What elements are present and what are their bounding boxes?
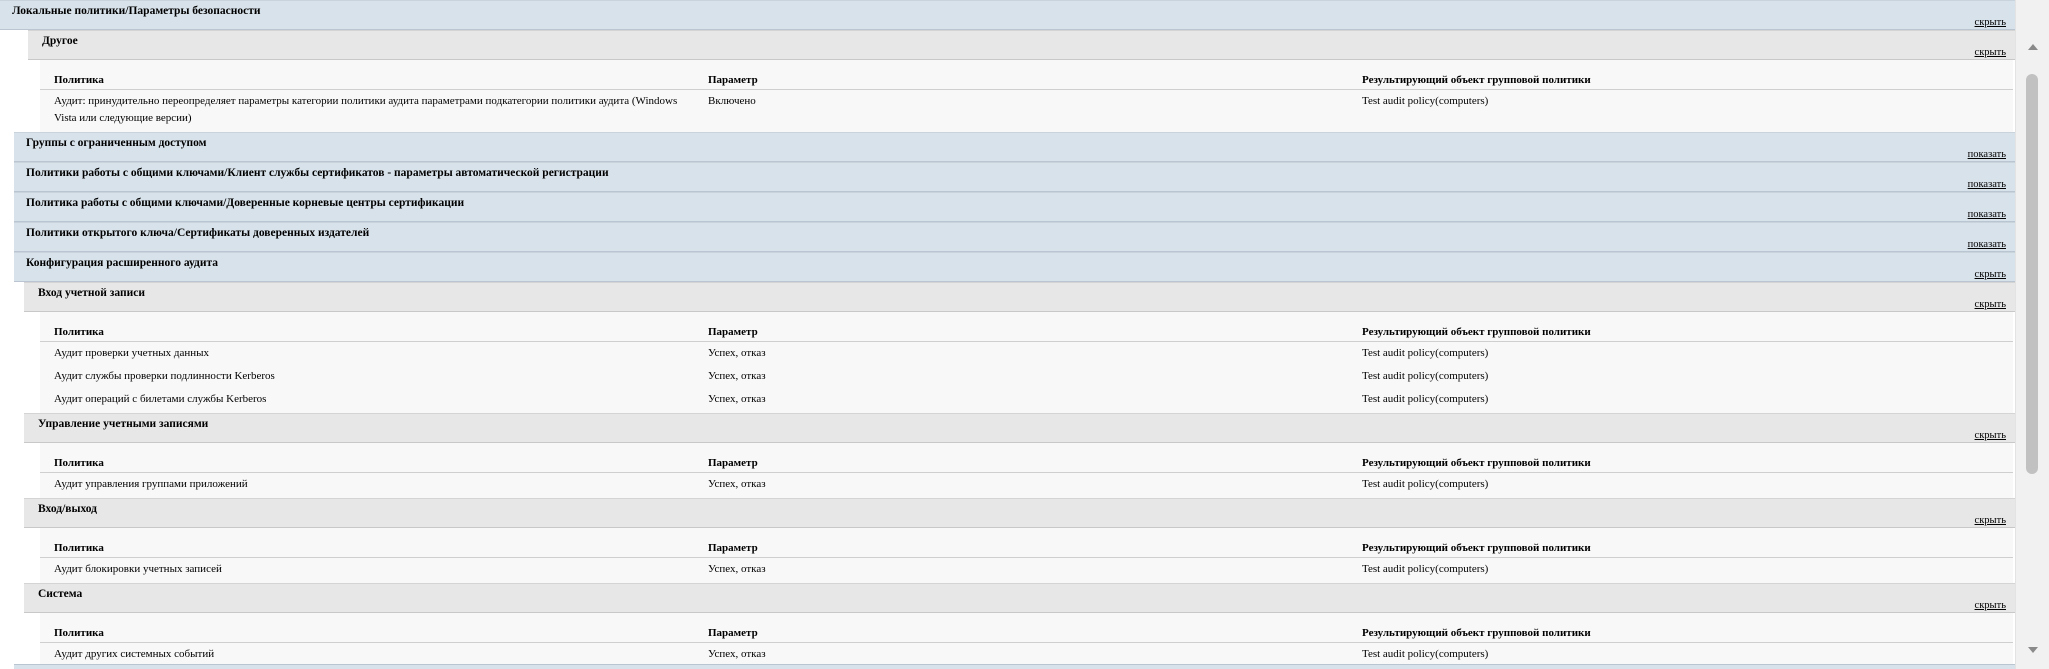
table-row: Аудит службы проверки подлинности Kerber… [40, 365, 2013, 388]
subsection-title: Другое [42, 35, 78, 47]
section-restricted-groups-header: Группы с ограниченным доступом показать [14, 132, 2016, 162]
column-header-gpo: Результирующий объект групповой политики [1348, 312, 2013, 342]
section-title: Политика работы с общими ключами/Доверен… [26, 197, 465, 209]
hide-link[interactable]: скрыть [1975, 17, 2006, 28]
subsection-title: Вход/выход [38, 503, 97, 515]
column-header-policy: Политика [40, 443, 694, 473]
column-header-setting: Параметр [694, 613, 1348, 643]
hide-link[interactable]: скрыть [1975, 269, 2006, 280]
hide-link[interactable]: скрыть [1975, 430, 2006, 441]
setting-cell: Успех, отказ [708, 347, 766, 359]
column-header-policy: Политика [40, 312, 694, 342]
policy-table: Политика Параметр Результирующий объект … [40, 60, 2013, 132]
section-title: Политики работы с общими ключами/Клиент … [26, 167, 609, 179]
column-header-gpo: Результирующий объект групповой политики [1348, 528, 2013, 558]
column-header-setting: Параметр [694, 312, 1348, 342]
show-link[interactable]: показать [1968, 179, 2006, 190]
policy-cell: Аудит блокировки учетных записей [54, 563, 222, 575]
gpo-cell: Test audit policy(computers) [1362, 393, 1489, 405]
column-header-setting: Параметр [694, 528, 1348, 558]
show-link[interactable]: показать [1968, 209, 2006, 220]
hide-link[interactable]: скрыть [1975, 47, 2006, 58]
hide-link[interactable]: скрыть [1975, 299, 2006, 310]
table-row: Аудит проверки учетных данных Успех, отк… [40, 342, 2013, 366]
section-title: Конфигурация расширенного аудита [26, 257, 219, 269]
column-header-policy: Политика [40, 60, 694, 90]
subsection-title: Вход учетной записи [38, 287, 146, 299]
section-title: Группы с ограниченным доступом [26, 137, 207, 149]
arrow-down-icon [2028, 647, 2038, 653]
gpo-cell: Test audit policy(computers) [1362, 370, 1489, 382]
column-header-gpo: Результирующий объект групповой политики [1348, 613, 2013, 643]
subsection-account-logon-header: Вход учетной записи скрыть [24, 282, 2016, 312]
scroll-down-button[interactable] [2016, 635, 2049, 669]
scroll-up-button[interactable] [2016, 0, 2049, 50]
policy-cell: Аудит службы проверки подлинности Kerber… [54, 370, 275, 382]
show-link[interactable]: показать [1968, 149, 2006, 160]
report-content: Локальные политики/Параметры безопасност… [0, 0, 2016, 669]
setting-cell: Успех, отказ [708, 393, 766, 405]
policy-cell: Аудит управления группами приложений [54, 478, 248, 490]
section-trusted-root-ca-header: Политика работы с общими ключами/Доверен… [14, 192, 2016, 222]
section-local-policies-header: Локальные политики/Параметры безопасност… [0, 0, 2016, 30]
table-row: Аудит: принудительно переопределяет пара… [40, 90, 2013, 133]
show-link[interactable]: показать [1968, 239, 2006, 250]
policy-table: Политика Параметр Результирующий объект … [40, 613, 2013, 668]
column-header-policy: Политика [40, 613, 694, 643]
hide-link[interactable]: скрыть [1975, 600, 2006, 611]
section-title: Локальные политики/Параметры безопасност… [12, 5, 261, 17]
column-header-setting: Параметр [694, 443, 1348, 473]
policy-table: Политика Параметр Результирующий объект … [40, 443, 2013, 498]
next-section-edge [14, 664, 2016, 669]
gpo-cell: Test audit policy(computers) [1362, 95, 1489, 107]
section-autoenrollment-header: Политики работы с общими ключами/Клиент … [14, 162, 2016, 192]
policy-table: Политика Параметр Результирующий объект … [40, 528, 2013, 583]
table-row: Аудит управления группами приложений Усп… [40, 473, 2013, 499]
table-row: Аудит операций с билетами службы Kerbero… [40, 388, 2013, 413]
gpo-cell: Test audit policy(computers) [1362, 563, 1489, 575]
section-trusted-publishers-header: Политики открытого ключа/Сертификаты дов… [14, 222, 2016, 252]
setting-cell: Успех, отказ [708, 370, 766, 382]
arrow-up-icon [2028, 44, 2038, 50]
section-title: Политики открытого ключа/Сертификаты дов… [26, 227, 370, 239]
policy-cell: Аудит: принудительно переопределяет пара… [54, 95, 678, 124]
setting-cell: Включено [708, 95, 756, 107]
hide-link[interactable]: скрыть [1975, 515, 2006, 526]
subsection-title: Система [38, 588, 83, 600]
column-header-gpo: Результирующий объект групповой политики [1348, 443, 2013, 473]
column-header-setting: Параметр [694, 60, 1348, 90]
subsection-other-header: Другое скрыть [28, 30, 2016, 60]
setting-cell: Успех, отказ [708, 478, 766, 490]
policy-cell: Аудит операций с билетами службы Kerbero… [54, 393, 267, 405]
subsection-system-header: Система скрыть [24, 583, 2016, 613]
policy-table: Политика Параметр Результирующий объект … [40, 312, 2013, 413]
column-header-gpo: Результирующий объект групповой политики [1348, 60, 2013, 90]
policy-cell: Аудит проверки учетных данных [54, 347, 210, 359]
gpo-cell: Test audit policy(computers) [1362, 347, 1489, 359]
column-header-policy: Политика [40, 528, 694, 558]
vertical-scrollbar[interactable] [2015, 0, 2049, 669]
subsection-account-management-header: Управление учетными записями скрыть [24, 413, 2016, 443]
subsection-logon-logoff-header: Вход/выход скрыть [24, 498, 2016, 528]
setting-cell: Успех, отказ [708, 563, 766, 575]
subsection-title: Управление учетными записями [38, 418, 209, 430]
section-advanced-audit-header: Конфигурация расширенного аудита скрыть [14, 252, 2016, 282]
scrollbar-thumb[interactable] [2026, 74, 2038, 474]
gpo-cell: Test audit policy(computers) [1362, 478, 1489, 490]
table-row: Аудит блокировки учетных записей Успех, … [40, 558, 2013, 584]
